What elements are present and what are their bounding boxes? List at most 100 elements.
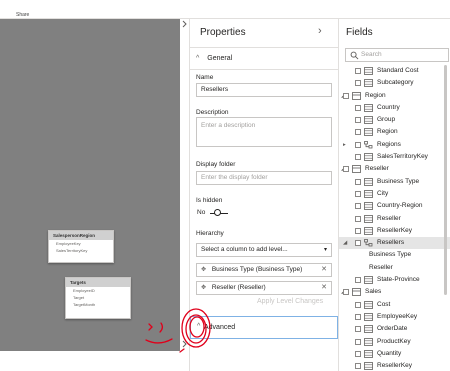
hierarchy-level-row[interactable]: ✥ Business Type (Business Type) ✕: [196, 263, 332, 277]
fields-search-input[interactable]: Search: [345, 48, 449, 62]
fields-item-label: State-Province: [377, 276, 420, 284]
fields-field-row[interactable]: Standard Cost: [339, 65, 450, 77]
remove-level-icon[interactable]: ✕: [321, 282, 327, 294]
field-checkbox[interactable]: [355, 117, 361, 124]
chevron-right-icon[interactable]: ▸: [343, 139, 346, 151]
advanced-section-header[interactable]: ^ Advanced: [190, 316, 338, 339]
fields-field-row[interactable]: Business Type: [339, 249, 450, 261]
fields-item-label: Country-Region: [377, 202, 423, 210]
fields-field-row[interactable]: Reseller: [339, 213, 450, 225]
properties-pane: Properties › ^ General Name Resellers De…: [189, 19, 339, 371]
field-checkbox[interactable]: [355, 104, 361, 111]
field-checkbox[interactable]: [355, 203, 361, 210]
field-checkbox[interactable]: [355, 301, 361, 308]
fields-field-row[interactable]: ProductKey: [339, 336, 450, 348]
fields-field-row[interactable]: Reseller: [339, 262, 450, 274]
table-card-title: Targets: [66, 278, 130, 287]
general-section-header[interactable]: ^ General: [196, 53, 232, 65]
field-checkbox[interactable]: [355, 240, 361, 247]
fields-item-label: ResellerKey: [377, 226, 413, 234]
field-checkbox[interactable]: [355, 154, 361, 161]
field-checkbox[interactable]: [355, 313, 361, 320]
fields-table-row[interactable]: ◢Sales: [339, 286, 450, 298]
field-checkbox[interactable]: [355, 141, 361, 148]
is-hidden-value: No: [197, 209, 206, 216]
chevron-right-icon[interactable]: ›: [318, 25, 322, 37]
hierarchy-icon: [364, 239, 373, 247]
fields-hierarchy-row[interactable]: ▸ Regions: [339, 139, 450, 151]
dropdown-arrow-icon: ▾: [323, 247, 327, 253]
fields-field-row[interactable]: City: [339, 188, 450, 200]
table-card-field[interactable]: SalesTerritoryKey: [49, 247, 113, 254]
fields-field-row[interactable]: Quantity: [339, 348, 450, 360]
fields-scrollbar[interactable]: [444, 65, 448, 365]
fields-field-row[interactable]: EmployeeKey: [339, 311, 450, 323]
hierarchy-icon: [364, 140, 373, 149]
table-card-salespersonregion[interactable]: SalespersonRegion EmployeeKey SalesTerri…: [48, 230, 114, 263]
field-checkbox[interactable]: [355, 277, 361, 284]
toggle-knob: [214, 209, 221, 216]
hierarchy-label: Hierarchy: [196, 230, 224, 237]
table-card-targets[interactable]: Targets EmployeeID Target TargetMonth: [65, 277, 131, 319]
field-checkbox[interactable]: [355, 215, 361, 222]
fields-field-row[interactable]: Business Type: [339, 176, 450, 188]
table-card-field[interactable]: EmployeeKey: [49, 240, 113, 247]
field-checkbox[interactable]: [343, 92, 349, 99]
field-checkbox[interactable]: [355, 178, 361, 185]
field-checkbox[interactable]: [355, 338, 361, 345]
is-hidden-toggle[interactable]: [210, 209, 228, 217]
fields-field-row[interactable]: SalesTerritoryKey: [339, 151, 450, 163]
table-card-field[interactable]: EmployeeID: [66, 287, 130, 294]
fields-field-row[interactable]: ResellerKey: [339, 360, 450, 371]
properties-title: Properties: [200, 27, 246, 38]
table-icon: [352, 91, 361, 100]
fields-item-label: Regions: [377, 140, 401, 148]
field-checkbox[interactable]: [355, 350, 361, 357]
fields-item-label: Region: [365, 91, 386, 99]
fields-field-row[interactable]: OrderDate: [339, 323, 450, 335]
field-checkbox[interactable]: [355, 326, 361, 333]
hierarchy-level-row[interactable]: ✥ Reseller (Reseller) ✕: [196, 281, 332, 295]
description-input[interactable]: Enter a description: [196, 117, 332, 147]
fields-field-row[interactable]: Region: [339, 126, 450, 138]
fields-field-row[interactable]: Country-Region: [339, 200, 450, 212]
fields-field-row[interactable]: State-Province: [339, 274, 450, 286]
field-checkbox[interactable]: [355, 68, 361, 74]
field-checkbox[interactable]: [355, 80, 361, 87]
fields-field-row[interactable]: Group: [339, 114, 450, 126]
drag-handle-icon[interactable]: ✥: [201, 267, 206, 273]
chevron-down-icon[interactable]: ◢: [343, 237, 347, 249]
fields-hierarchy-row[interactable]: ◢ Resellers: [339, 237, 450, 250]
column-icon: [364, 116, 373, 125]
model-canvas[interactable]: SalespersonRegion EmployeeKey SalesTerri…: [0, 19, 180, 351]
field-checkbox[interactable]: [355, 227, 361, 234]
fields-field-row[interactable]: Cost: [339, 299, 450, 311]
add-level-placeholder: Select a column to add level...: [201, 246, 288, 253]
apply-level-changes-button[interactable]: Apply Level Changes: [257, 298, 323, 305]
collapse-arrows-icon: [182, 20, 187, 348]
scrollbar-thumb[interactable]: [444, 65, 447, 295]
fields-item-label: Cost: [377, 300, 391, 308]
field-checkbox[interactable]: [343, 289, 349, 296]
drag-handle-icon[interactable]: ✥: [201, 285, 206, 291]
remove-level-icon[interactable]: ✕: [321, 264, 327, 276]
column-icon: [364, 177, 373, 186]
field-checkbox[interactable]: [355, 190, 361, 197]
fields-field-row[interactable]: Subcategory: [339, 77, 450, 89]
share-button[interactable]: Share: [16, 12, 29, 18]
display-folder-label: Display folder: [196, 161, 236, 168]
display-folder-input[interactable]: Enter the display folder: [196, 171, 332, 185]
fields-field-row[interactable]: ResellerKey: [339, 225, 450, 237]
fields-field-row[interactable]: Country: [339, 102, 450, 114]
fields-item-label: ResellerKey: [377, 362, 413, 370]
field-checkbox[interactable]: [355, 129, 361, 136]
add-level-select[interactable]: Select a column to add level... ▾: [196, 243, 332, 257]
column-icon: [364, 226, 373, 235]
table-card-field[interactable]: Target: [66, 294, 130, 301]
table-card-field[interactable]: TargetMonth: [66, 301, 130, 308]
fields-table-row[interactable]: ◢Reseller: [339, 163, 450, 175]
field-checkbox[interactable]: [343, 166, 349, 173]
fields-table-row[interactable]: ◢Region: [339, 90, 450, 102]
name-input[interactable]: Resellers: [196, 83, 332, 97]
field-checkbox[interactable]: [355, 363, 361, 370]
